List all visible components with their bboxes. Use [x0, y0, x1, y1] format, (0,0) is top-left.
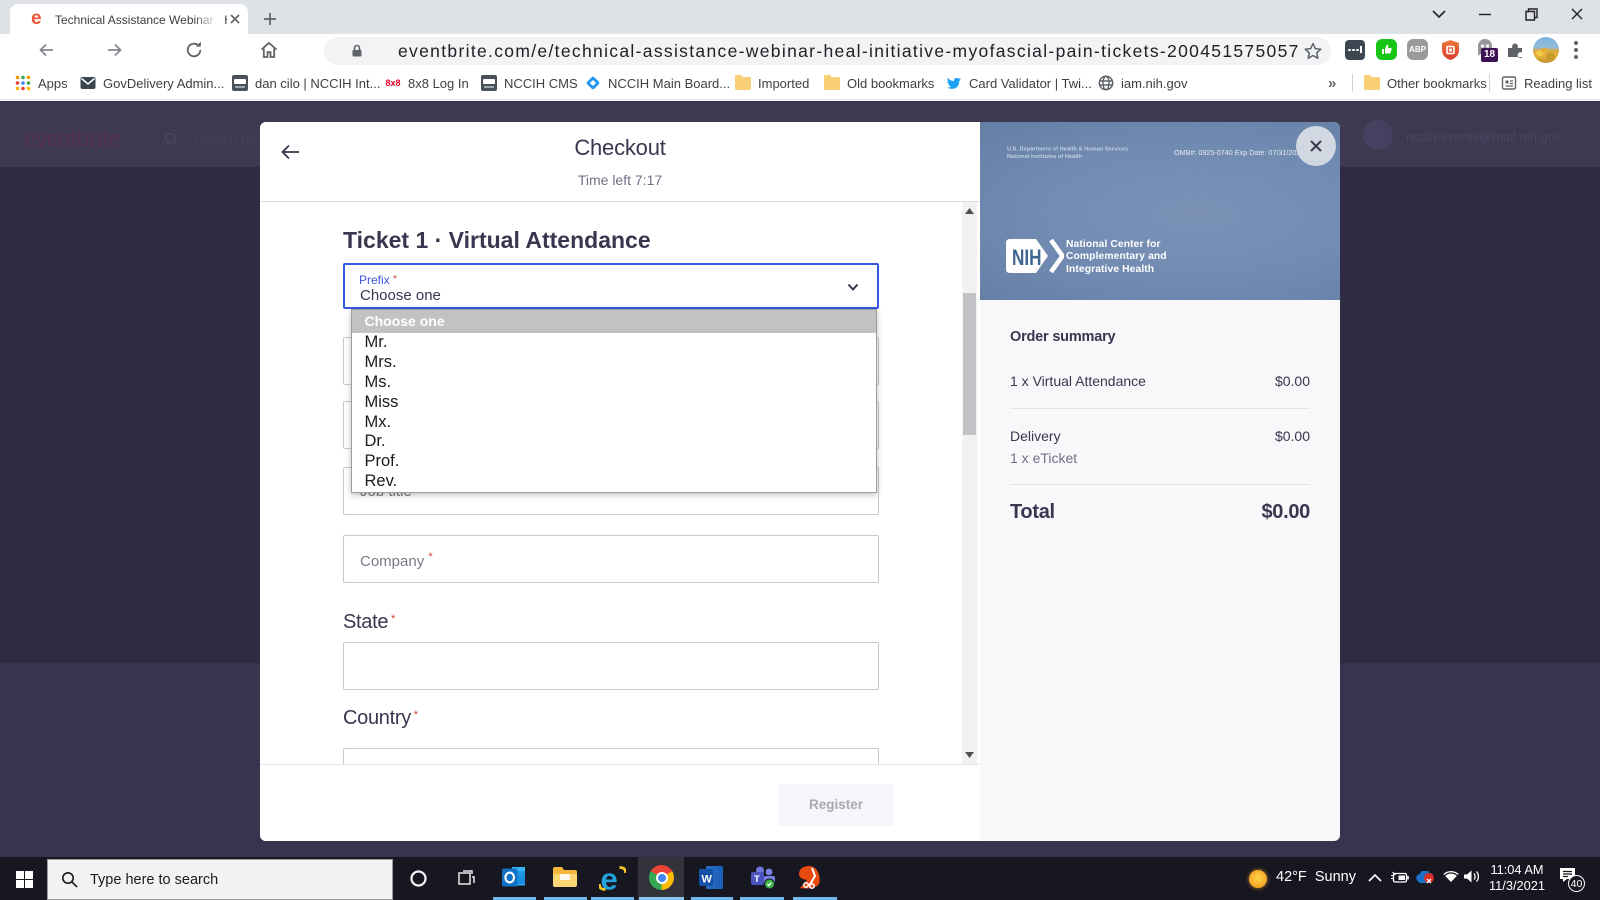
svg-text:T: T — [754, 874, 760, 885]
svg-text:W: W — [702, 874, 713, 886]
